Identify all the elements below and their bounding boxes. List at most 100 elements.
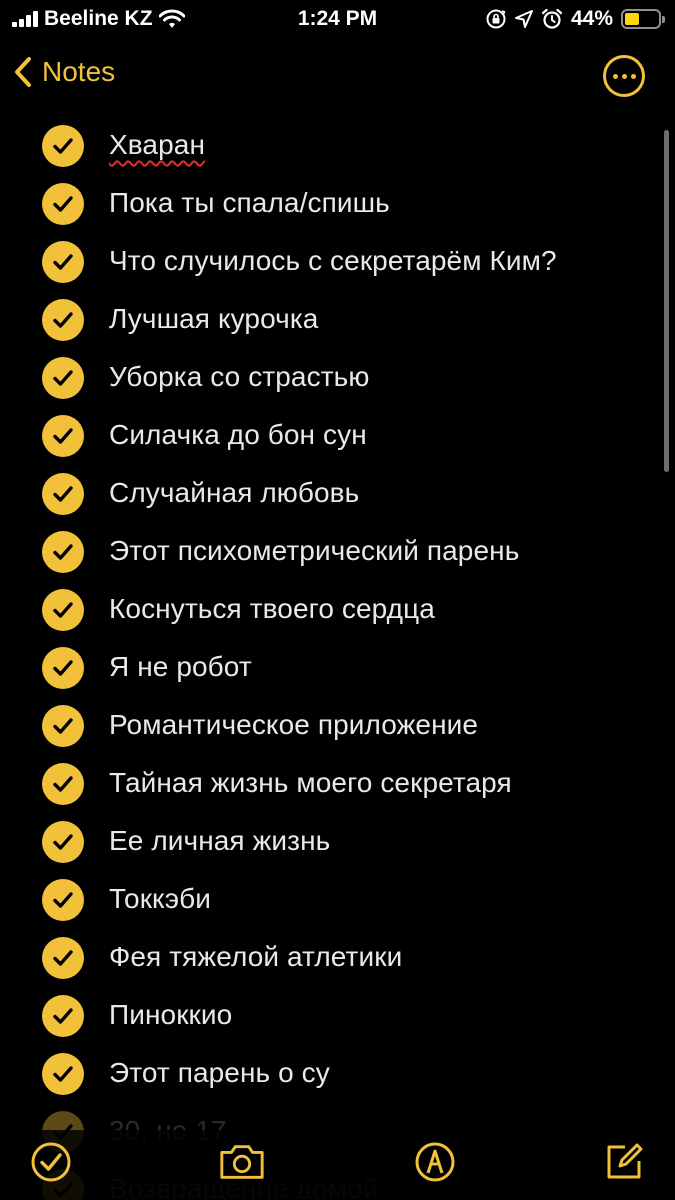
ellipsis-dot bbox=[630, 73, 636, 79]
checklist-item-label[interactable]: Этот психометрический парень bbox=[109, 535, 519, 567]
navigation-bar: Notes bbox=[0, 50, 675, 102]
checkmark-icon bbox=[53, 1008, 73, 1024]
checklist-item[interactable]: Ее личная жизнь bbox=[0, 813, 675, 871]
checkmark-icon bbox=[53, 660, 73, 676]
checkmark-circle-icon[interactable] bbox=[42, 1053, 84, 1095]
checkmark-circle-icon[interactable] bbox=[42, 531, 84, 573]
checkmark-circle-icon[interactable] bbox=[42, 415, 84, 457]
checklist-item[interactable]: Этот психометрический парень bbox=[0, 523, 675, 581]
checklist-item[interactable]: Романтическое приложение bbox=[0, 697, 675, 755]
checklist-item-label[interactable]: Коснуться твоего сердца bbox=[109, 593, 435, 625]
battery-percent: 44% bbox=[570, 7, 613, 30]
checkmark-icon bbox=[53, 892, 73, 908]
checkmark-icon bbox=[53, 312, 73, 328]
checklist-item[interactable]: Тайная жизнь моего секретаря bbox=[0, 755, 675, 813]
checkmark-icon bbox=[53, 254, 73, 270]
checklist-item[interactable]: Уборка со страстью bbox=[0, 349, 675, 407]
status-bar: Beeline KZ 1:24 PM 44% bbox=[0, 0, 675, 38]
checklist-item-label[interactable]: Лучшая курочка bbox=[109, 303, 318, 335]
checklist-item[interactable]: Пиноккио bbox=[0, 987, 675, 1045]
checklist-item[interactable]: Пока ты спала/спишь bbox=[0, 175, 675, 233]
status-left: Beeline KZ bbox=[12, 7, 185, 31]
status-right: 44% bbox=[485, 7, 665, 31]
checkmark-circle-icon[interactable] bbox=[42, 125, 84, 167]
checklist-item-label[interactable]: Хваран bbox=[109, 129, 205, 161]
rotation-lock-icon bbox=[486, 9, 506, 29]
checklist-item-label[interactable]: Токкэби bbox=[109, 883, 211, 915]
checklist-item[interactable]: Хваран bbox=[0, 117, 675, 175]
checklist-item-label[interactable]: Силачка до бон сун bbox=[109, 419, 367, 451]
checklist-item[interactable]: Коснуться твоего сердца bbox=[0, 581, 675, 639]
checklist-item-label[interactable]: Пиноккио bbox=[109, 999, 232, 1031]
checklist-item-label[interactable]: Что случилось с секретарём Ким? bbox=[109, 245, 557, 277]
checklist-item[interactable]: Этот парень о су bbox=[0, 1045, 675, 1103]
checklist-item-label[interactable]: Ее личная жизнь bbox=[109, 825, 330, 857]
checklist-item[interactable]: Я не робот bbox=[0, 639, 675, 697]
alarm-icon bbox=[541, 8, 563, 29]
checklist-item-label[interactable]: Этот парень о су bbox=[109, 1057, 330, 1089]
checklist-item-label[interactable]: Я не робот bbox=[109, 651, 252, 683]
checklist-button[interactable] bbox=[27, 1138, 75, 1186]
camera-button[interactable] bbox=[218, 1138, 266, 1186]
checkmark-circle-icon[interactable] bbox=[42, 647, 84, 689]
ellipsis-dot bbox=[621, 73, 627, 79]
markup-button[interactable] bbox=[411, 1138, 459, 1186]
checkmark-circle-icon[interactable] bbox=[42, 241, 84, 283]
compose-button[interactable] bbox=[600, 1138, 648, 1186]
checklist-item-label[interactable]: Тайная жизнь моего секретаря bbox=[109, 767, 512, 799]
wifi-icon bbox=[158, 9, 185, 28]
checkmark-circle-icon[interactable] bbox=[42, 473, 84, 515]
checkmark-circle-icon[interactable] bbox=[42, 589, 84, 631]
checkmark-icon bbox=[53, 138, 73, 154]
checklist-item-label[interactable]: Случайная любовь bbox=[109, 477, 359, 509]
checklist-item[interactable]: Токкэби bbox=[0, 871, 675, 929]
checkmark-icon bbox=[53, 950, 73, 966]
checklist-item-label[interactable]: Пока ты спала/спишь bbox=[109, 187, 390, 219]
more-options-button[interactable] bbox=[603, 55, 645, 97]
battery-icon bbox=[621, 9, 665, 29]
checklist-item[interactable]: Что случилось с секретарём Ким? bbox=[0, 233, 675, 291]
bottom-toolbar bbox=[0, 1130, 675, 1200]
checkmark-icon bbox=[53, 544, 73, 560]
carrier-name: Beeline KZ bbox=[44, 7, 153, 30]
checkmark-icon bbox=[53, 718, 73, 734]
checkmark-circle-icon[interactable] bbox=[42, 299, 84, 341]
checklist-item[interactable]: Силачка до бон сун bbox=[0, 407, 675, 465]
checkmark-icon bbox=[53, 834, 73, 850]
chevron-left-icon bbox=[15, 57, 31, 87]
notes-screen: Beeline KZ 1:24 PM 44% Notes Хваран Пока… bbox=[0, 0, 675, 1200]
checkmark-circle-icon[interactable] bbox=[42, 183, 84, 225]
checkmark-icon bbox=[53, 776, 73, 792]
checkmark-icon bbox=[53, 428, 73, 444]
checkmark-circle-icon[interactable] bbox=[42, 879, 84, 921]
checklist-item[interactable]: Фея тяжелой атлетики bbox=[0, 929, 675, 987]
checkmark-icon bbox=[53, 486, 73, 502]
checkmark-circle-icon[interactable] bbox=[42, 821, 84, 863]
checkmark-icon bbox=[53, 196, 73, 212]
checkmark-icon bbox=[53, 1066, 73, 1082]
checklist-icon bbox=[31, 1142, 71, 1182]
compose-icon bbox=[607, 1143, 643, 1179]
checklist-item[interactable]: Лучшая курочка bbox=[0, 291, 675, 349]
ellipsis-circle-icon bbox=[612, 73, 618, 79]
back-button-label: Notes bbox=[42, 56, 116, 87]
checklist-item[interactable]: Случайная любовь bbox=[0, 465, 675, 523]
checkmark-icon bbox=[53, 602, 73, 618]
checklist-item-label[interactable]: Фея тяжелой атлетики bbox=[109, 941, 402, 973]
location-arrow-icon bbox=[514, 10, 533, 28]
checklist-item-label[interactable]: Романтическое приложение bbox=[109, 709, 478, 741]
checklist-item-label[interactable]: Уборка со страстью bbox=[109, 361, 369, 393]
back-button[interactable]: Notes bbox=[14, 56, 115, 88]
checkmark-circle-icon[interactable] bbox=[42, 705, 84, 747]
scrollbar[interactable] bbox=[664, 130, 669, 472]
checkmark-icon bbox=[53, 370, 73, 386]
battery-level-fill bbox=[625, 13, 640, 25]
checklist: Хваран Пока ты спала/спишь Что случилось с… bbox=[0, 117, 675, 1200]
checkmark-circle-icon[interactable] bbox=[42, 995, 84, 1037]
checkmark-circle-icon[interactable] bbox=[42, 937, 84, 979]
checkmark-circle-icon[interactable] bbox=[42, 357, 84, 399]
camera-icon bbox=[220, 1145, 264, 1179]
checkmark-circle-icon[interactable] bbox=[42, 763, 84, 805]
markup-pen-icon bbox=[415, 1142, 455, 1182]
cellular-signal-icon bbox=[12, 11, 38, 27]
